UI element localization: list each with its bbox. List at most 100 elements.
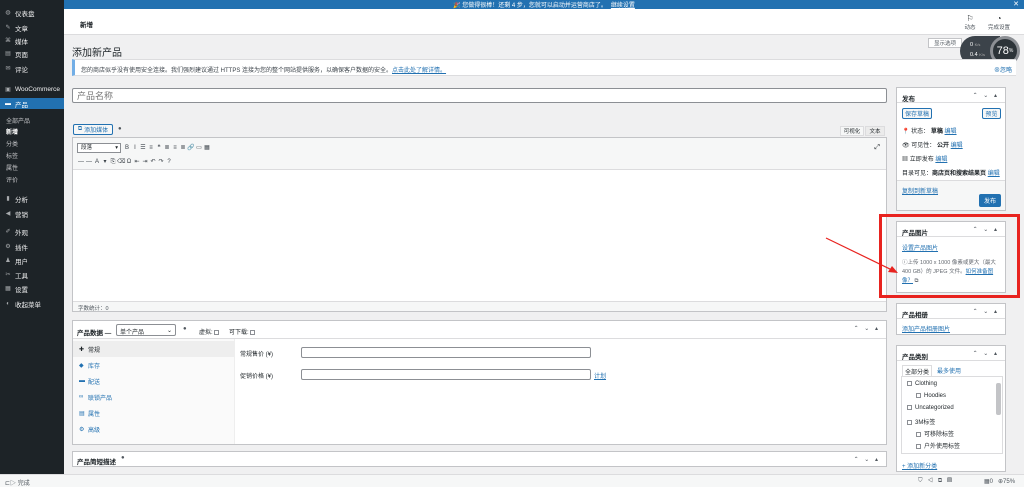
editor-toolbar-button[interactable]: ≣ — [179, 144, 187, 151]
editor-toolbar-button[interactable]: 🔗 — [187, 144, 195, 151]
sidebar-item-4[interactable]: ✉ 评论 — [0, 63, 64, 74]
category-checkbox[interactable] — [907, 419, 912, 425]
category-item[interactable]: 可移除标签 — [916, 429, 954, 438]
product-data-tab[interactable]: ▬ 配送 — [73, 373, 235, 389]
add-gallery-images-link[interactable]: 添加产品相册图片 — [902, 324, 950, 333]
sidebar-item-5[interactable]: ▣ WooCommerce — [0, 84, 64, 95]
add-media-button[interactable]: ⧉ 添加媒体 — [73, 124, 113, 135]
edit-publish-time-link[interactable]: 编辑 — [935, 157, 947, 163]
product-data-tab[interactable]: ◆ 库存 — [73, 357, 235, 373]
sidebar-subitem[interactable]: 评价 — [6, 175, 18, 184]
sidebar-item-8[interactable]: ◀ 营销 — [0, 208, 64, 219]
category-checkbox[interactable] — [907, 405, 912, 410]
help-icon[interactable]: ● — [118, 126, 122, 132]
dismiss-button[interactable]: ⊗忽略 — [994, 65, 1012, 74]
editor-toolbar-button[interactable]: ⇤ — [133, 158, 141, 165]
continue-setup-link[interactable]: 继续设置 — [611, 0, 635, 9]
sidebar-subitem[interactable]: 新增 — [6, 127, 18, 136]
sidebar-item-10[interactable]: ⚙ 插件 — [0, 241, 64, 252]
downloadable-checkbox[interactable]: 可下载: — [229, 327, 258, 336]
sidebar-item-0[interactable]: ◍ 仪表盘 — [0, 7, 64, 18]
tab-most-used[interactable]: 最多使用 — [937, 366, 961, 375]
save-draft-button[interactable]: 保存草稿 — [902, 108, 932, 119]
editor-toolbar-button[interactable]: ☰ — [139, 144, 147, 151]
edit-status-link[interactable]: 编辑 — [945, 129, 957, 135]
sidebar-item-9[interactable]: ✐ 外观 — [0, 226, 64, 237]
category-checkbox[interactable] — [916, 393, 921, 398]
box-controls[interactable]: ⌃ ⌄ ▴ — [854, 456, 880, 463]
sidebar-item-13[interactable]: ▦ 设置 — [0, 283, 64, 294]
product-data-tab[interactable]: ∞ 联锁产品 — [73, 389, 235, 405]
sale-price-input[interactable] — [301, 369, 591, 380]
editor-content[interactable] — [73, 170, 886, 301]
screen-options-button[interactable]: 显示选项 — [928, 38, 962, 48]
sidebar-item-14[interactable]: ◐ 收起菜单 — [0, 298, 64, 309]
category-item[interactable]: Hoodies — [916, 393, 946, 399]
editor-toolbar-button[interactable]: — — [77, 159, 85, 165]
format-select[interactable]: 段落 ▾ — [77, 143, 121, 153]
product-data-tab[interactable]: ⚙ 高级 — [73, 421, 235, 437]
editor-toolbar-button[interactable]: ≣ — [163, 144, 171, 151]
publish-button[interactable]: 发布 — [979, 194, 1001, 207]
sidebar-subitem[interactable]: 属性 — [6, 163, 18, 172]
editor-toolbar-button[interactable]: B — [123, 145, 131, 151]
tab-visual[interactable]: 可视化 — [840, 126, 864, 136]
editor-toolbar-button[interactable]: ↶ — [149, 158, 157, 165]
preview-button[interactable]: 预览 — [982, 108, 1001, 119]
editor-toolbar-button[interactable]: I — [131, 145, 139, 151]
regular-price-input[interactable] — [301, 347, 591, 358]
sidebar-item-7[interactable]: ▮ 分析 — [0, 193, 64, 204]
fullscreen-icon[interactable]: ⤢ — [874, 144, 880, 152]
sidebar-item-3[interactable]: ▤ 页面 — [0, 48, 64, 59]
box-controls[interactable]: ⌃ ⌄ ▴ — [973, 92, 999, 99]
sidebar-subitem[interactable]: 分类 — [6, 139, 18, 148]
editor-toolbar-button[interactable]: ❝ — [155, 144, 163, 151]
editor-toolbar-button[interactable]: ? — [165, 159, 173, 165]
editor-toolbar-button[interactable]: ⎘ — [109, 159, 117, 166]
category-item[interactable]: 户外使用标签 — [916, 441, 960, 450]
box-controls[interactable]: ⌃ ⌄ ▴ — [973, 308, 999, 315]
schedule-link[interactable]: 计划 — [594, 371, 606, 380]
tab-text[interactable]: 文本 — [865, 126, 885, 136]
editor-toolbar-button[interactable]: ≡ — [147, 145, 155, 151]
editor-toolbar-button[interactable]: ▦ — [203, 144, 211, 151]
product-name-input[interactable] — [72, 88, 887, 103]
editor-toolbar-button[interactable]: Ω — [125, 159, 133, 165]
product-type-select[interactable]: 单个产品 ⌄ — [116, 324, 176, 336]
virtual-checkbox[interactable]: 虚拟: — [199, 327, 222, 336]
scrollbar[interactable] — [996, 383, 1001, 415]
help-icon[interactable]: ● — [183, 326, 187, 332]
category-item[interactable]: 3M标签 — [907, 417, 935, 426]
learn-more-link[interactable]: 点击此处了解详情。 — [392, 68, 446, 74]
editor-toolbar-button[interactable]: A — [93, 159, 101, 165]
category-item[interactable]: Clothing — [907, 381, 937, 387]
add-new-category-link[interactable]: + 添加新分类 — [902, 461, 937, 470]
edit-visibility-link[interactable]: 编辑 — [951, 143, 963, 149]
sidebar-item-1[interactable]: ✎ 文章 — [0, 22, 64, 33]
sidebar-subitem[interactable]: 全部产品 — [6, 116, 30, 125]
editor-toolbar-button[interactable]: — — [85, 159, 93, 165]
sidebar-item-6[interactable]: ▬ 产品 — [0, 98, 64, 109]
editor-toolbar-button[interactable]: ⇥ — [141, 158, 149, 165]
category-checkbox[interactable] — [916, 443, 921, 449]
category-checkbox[interactable] — [916, 431, 921, 437]
activity-button[interactable]: ⚐ 动态 — [959, 14, 981, 31]
help-icon[interactable]: ● — [121, 455, 125, 461]
editor-toolbar-button[interactable]: ▾ — [101, 158, 109, 165]
box-controls[interactable]: ⌃ ⌄ ▴ — [854, 325, 880, 332]
sidebar-item-11[interactable]: ♟ 用户 — [0, 255, 64, 266]
copy-to-draft-link[interactable]: 复制到新草稿 — [902, 186, 938, 195]
close-icon[interactable]: ✕ — [1013, 0, 1019, 8]
editor-toolbar-button[interactable]: ≡ — [171, 145, 179, 151]
editor-toolbar-button[interactable]: ↷ — [157, 158, 165, 165]
product-data-tab[interactable]: ✚ 常规 — [73, 341, 235, 357]
sidebar-item-12[interactable]: ✂ 工具 — [0, 269, 64, 280]
sidebar-subitem[interactable]: 标签 — [6, 151, 18, 160]
editor-toolbar-button[interactable]: ⌫ — [117, 158, 125, 165]
sidebar-item-2[interactable]: ⌘ 媒体 — [0, 35, 64, 46]
finish-setup-button[interactable]: ◔ 完成设置 — [986, 14, 1012, 31]
editor-toolbar-button[interactable]: ▭ — [195, 144, 203, 151]
box-controls[interactable]: ⌃ ⌄ ▴ — [973, 350, 999, 357]
category-item[interactable]: Uncategorized — [907, 405, 954, 411]
product-data-tab[interactable]: ▤ 属性 — [73, 405, 235, 421]
